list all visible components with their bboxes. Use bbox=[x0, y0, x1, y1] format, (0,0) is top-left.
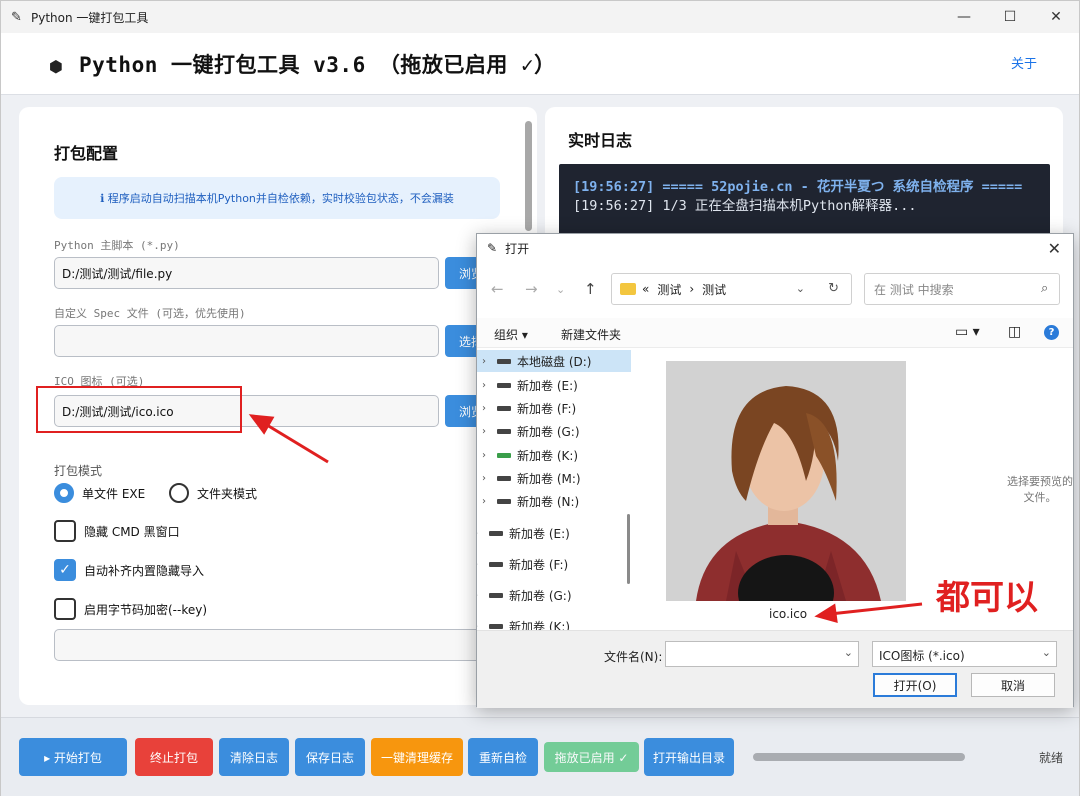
annotation-overlay bbox=[248, 414, 923, 624]
annotation-text: 都可以 bbox=[936, 578, 1038, 618]
